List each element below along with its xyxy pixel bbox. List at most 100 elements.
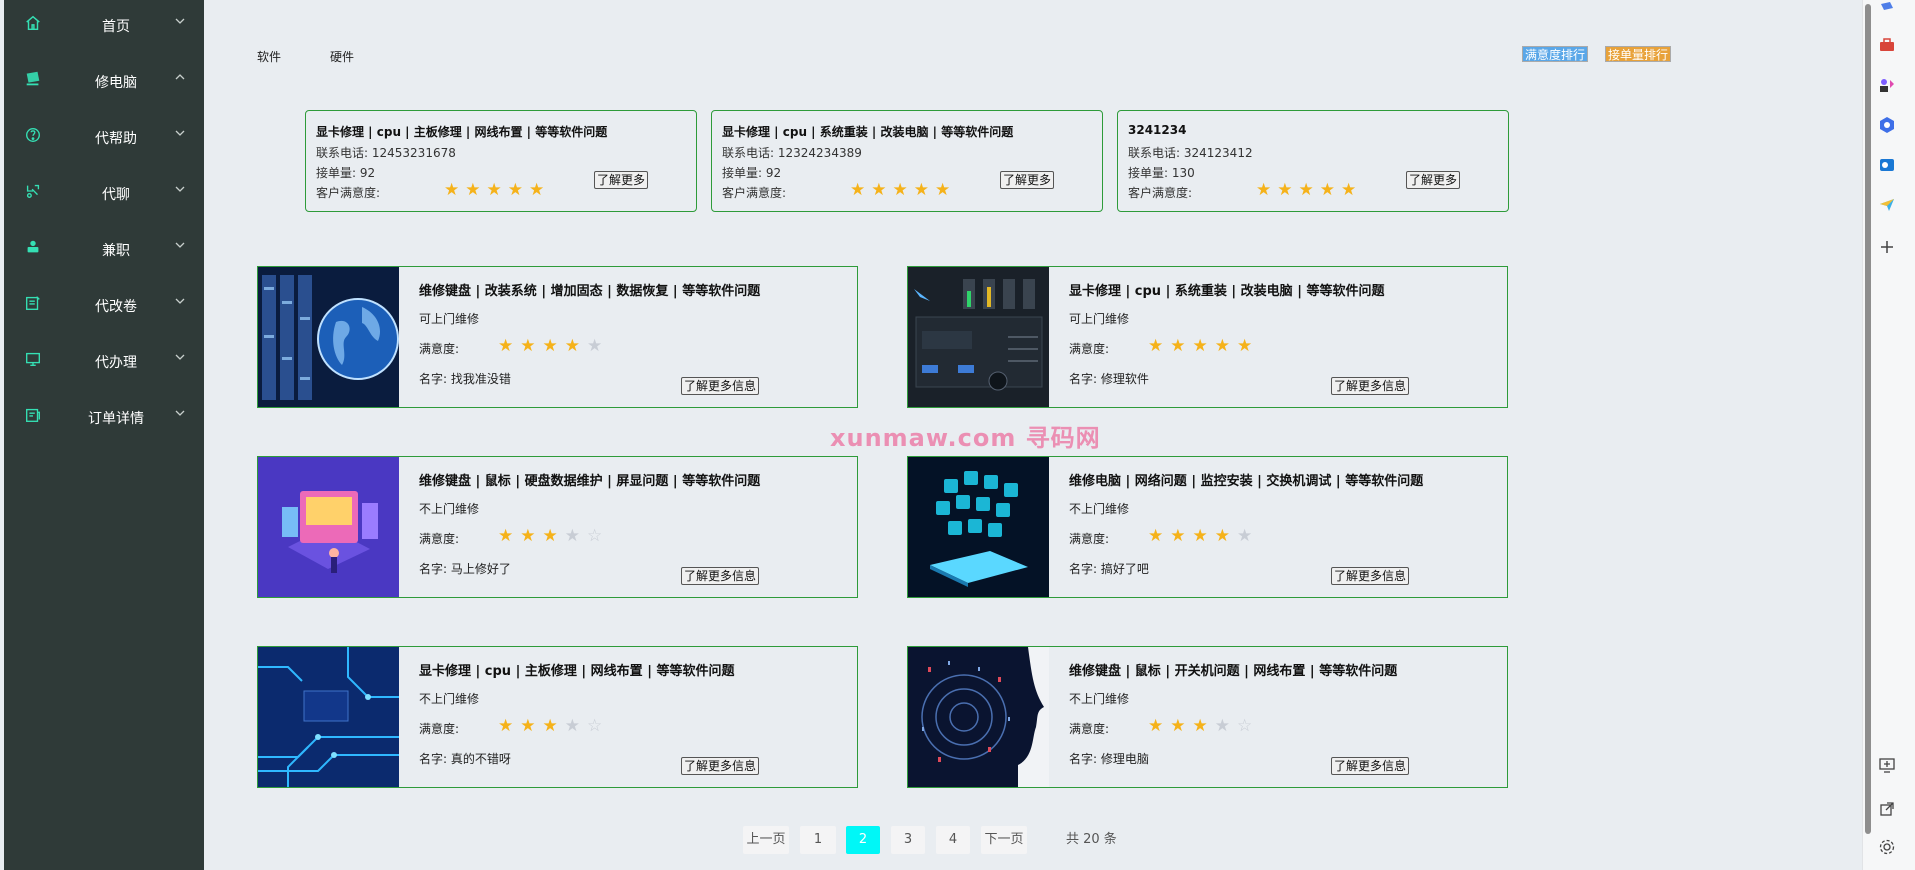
star-filled-icon: ★ <box>520 526 536 546</box>
star-rating: ★ ★ ★ ★ ☆ <box>1148 717 1259 735</box>
learn-more-info-button[interactable]: 了解更多信息 <box>681 567 760 585</box>
star-filled-icon: ★ <box>1277 180 1293 200</box>
star-filled-icon: ★ <box>913 180 929 200</box>
chevron-down-icon <box>174 183 188 197</box>
settings-gear-icon[interactable] <box>1878 838 1900 860</box>
star-empty-icon: ☆ <box>587 716 603 736</box>
star-filled-icon: ★ <box>1148 526 1164 546</box>
contact-phone: 联系电话: 324123412 <box>1128 146 1253 160</box>
sidebar-item-home[interactable]: 首页 <box>4 6 204 46</box>
top-service-card: 3241234 联系电话: 324123412 接单量: 130 客户满意度: … <box>1117 110 1509 212</box>
part-time-icon <box>24 238 46 260</box>
outlook-icon[interactable] <box>1878 156 1900 178</box>
page-button-2[interactable]: 2 <box>846 826 880 854</box>
office-icon[interactable] <box>1878 116 1900 138</box>
learn-more-button[interactable]: 了解更多 <box>594 171 649 189</box>
visit-type: 不上门维修 <box>419 692 480 706</box>
service-card: 显卡修理 | cpu | 系统重装 | 改装电脑 | 等等软件问题 可上门维修 … <box>907 266 1508 408</box>
star-filled-icon: ★ <box>1148 336 1164 356</box>
learn-more-info-button[interactable]: 了解更多信息 <box>1331 757 1410 775</box>
sidebar-item-grading[interactable]: 代改卷 <box>4 286 204 326</box>
star-filled-icon: ★ <box>444 180 460 200</box>
page-button-4[interactable]: 4 <box>936 826 970 854</box>
sidebar-item-part-time[interactable]: 兼职 <box>4 230 204 270</box>
filter-hardware[interactable]: 硬件 <box>330 48 354 65</box>
chevron-down-icon <box>174 407 188 421</box>
order-count: 接单量: 92 <box>316 166 376 180</box>
star-filled-icon: ★ <box>507 180 523 200</box>
monitor-icon <box>24 350 46 372</box>
star-empty-icon: ★ <box>1214 716 1230 736</box>
home-icon <box>24 14 46 36</box>
star-filled-icon: ★ <box>520 336 536 356</box>
games-icon[interactable] <box>1878 76 1900 98</box>
audio-mixer-image <box>908 267 1049 407</box>
scrollbar-thumb[interactable] <box>1865 4 1871 834</box>
star-filled-icon: ★ <box>465 180 481 200</box>
page-button-1[interactable]: 1 <box>800 826 836 854</box>
sidebar-item-label: 修电脑 <box>95 75 137 91</box>
learn-more-info-button[interactable]: 了解更多信息 <box>1331 567 1410 585</box>
service-title: 维修键盘 | 改装系统 | 增加固态 | 数据恢复 | 等等软件问题 <box>419 284 761 299</box>
star-rating: ★ ★ ★ ★ ★ <box>444 181 550 199</box>
learn-more-button[interactable]: 了解更多 <box>1000 171 1055 189</box>
sidebar-item-repair-pc[interactable]: 修电脑 <box>4 62 204 102</box>
service-title: 显卡修理 | cpu | 系统重装 | 改装电脑 | 等等软件问题 <box>722 125 1014 139</box>
next-page-button[interactable]: 下一页 <box>981 826 1027 854</box>
service-card: 显卡修理 | cpu | 主板修理 | 网线布置 | 等等软件问题 不上门维修 … <box>257 646 858 788</box>
prev-page-button[interactable]: 上一页 <box>743 826 789 854</box>
service-card: 维修键盘 | 改装系统 | 增加固态 | 数据恢复 | 等等软件问题 可上门维修… <box>257 266 858 408</box>
star-empty-icon: ☆ <box>587 526 603 546</box>
sidebar-item-label: 代办理 <box>95 355 137 371</box>
visit-type: 不上门维修 <box>1069 692 1130 706</box>
learn-more-button[interactable]: 了解更多 <box>1406 171 1461 189</box>
provider-name: 名字: 修理电脑 <box>1069 752 1149 766</box>
service-title: 显卡修理 | cpu | 系统重装 | 改装电脑 | 等等软件问题 <box>1069 284 1385 299</box>
sidebar-item-label: 订单详情 <box>88 411 144 427</box>
sidebar: 首页 修电脑 代帮助 代聊 兼职 代改卷 代办理 订单详情 <box>4 0 204 870</box>
page-button-3[interactable]: 3 <box>891 826 925 854</box>
learn-more-info-button[interactable]: 了解更多信息 <box>1331 377 1410 395</box>
star-filled-icon: ★ <box>1214 336 1230 356</box>
copilot-icon[interactable] <box>1878 0 1900 22</box>
sidebar-item-help[interactable]: 代帮助 <box>4 118 204 158</box>
star-filled-icon: ★ <box>1170 526 1186 546</box>
rank-orders-button[interactable]: 接单量排行 <box>1605 46 1672 62</box>
star-empty-icon: ★ <box>564 526 580 546</box>
learn-more-info-button[interactable]: 了解更多信息 <box>681 757 760 775</box>
star-filled-icon: ★ <box>1341 180 1357 200</box>
screenshot-icon[interactable] <box>1878 756 1900 778</box>
visit-type: 不上门维修 <box>1069 502 1130 516</box>
star-filled-icon: ★ <box>1170 336 1186 356</box>
filter-software[interactable]: 软件 <box>257 48 281 65</box>
star-filled-icon: ★ <box>1298 180 1314 200</box>
toolbox-icon[interactable] <box>1878 36 1900 58</box>
star-empty-icon: ★ <box>1237 526 1253 546</box>
satisfaction-label: 满意度: <box>419 532 460 546</box>
page-scrollbar[interactable] <box>1862 0 1874 870</box>
star-empty-icon: ☆ <box>1237 716 1253 736</box>
satisfaction-label: 满意度: <box>1069 532 1110 546</box>
star-filled-icon: ★ <box>935 180 951 200</box>
chat-icon <box>24 182 46 204</box>
rank-satisfaction-button[interactable]: 满意度排行 <box>1522 46 1589 62</box>
star-filled-icon: ★ <box>542 336 558 356</box>
external-link-icon[interactable] <box>1878 800 1900 822</box>
send-icon[interactable] <box>1878 196 1900 218</box>
learn-more-info-button[interactable]: 了解更多信息 <box>681 377 760 395</box>
star-rating: ★ ★ ★ ★ ☆ <box>498 717 609 735</box>
star-filled-icon: ★ <box>850 180 866 200</box>
binary-head-image <box>908 647 1049 787</box>
provider-name: 名字: 搞好了吧 <box>1069 562 1149 576</box>
sidebar-item-label: 兼职 <box>102 243 130 259</box>
chevron-down-icon <box>174 239 188 253</box>
sidebar-item-orders[interactable]: 订单详情 <box>4 398 204 438</box>
sidebar-item-chat[interactable]: 代聊 <box>4 174 204 214</box>
satisfaction-label: 满意度: <box>419 342 460 356</box>
satisfaction-label: 客户满意度: <box>316 186 381 200</box>
order-count: 接单量: 130 <box>1128 166 1195 180</box>
add-icon[interactable] <box>1878 238 1900 260</box>
sidebar-item-handle[interactable]: 代办理 <box>4 342 204 382</box>
star-filled-icon: ★ <box>1192 716 1208 736</box>
watermark: xunmaw.com 寻码网 <box>830 424 1101 452</box>
